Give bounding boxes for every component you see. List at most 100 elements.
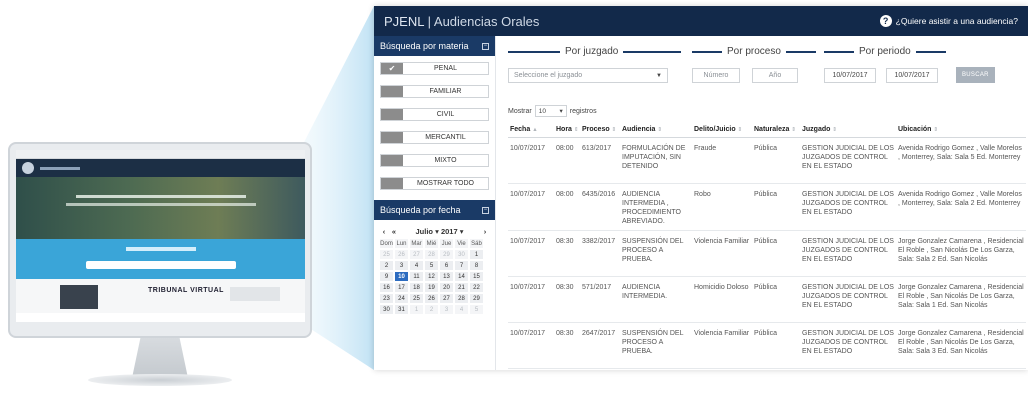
calendar-day[interactable]: 2 — [379, 260, 394, 271]
materia-mixto[interactable]: MIXTO — [380, 154, 489, 167]
cell-juzgado: GESTION JUDICIAL DE LOS JUZGADOS DE CONT… — [800, 230, 896, 277]
cell-naturaleza: Pública — [752, 183, 800, 231]
buscar-button[interactable]: BUSCAR — [956, 67, 995, 83]
group-por-proceso: Por proceso — [692, 46, 816, 57]
calendar-day[interactable]: 28 — [454, 293, 469, 304]
fecha-inicio-input[interactable]: 10/07/2017 — [824, 68, 876, 83]
col-naturaleza[interactable]: Naturaleza ⇕ — [752, 122, 800, 138]
cell-audiencia: FORMULACIÓN DE IMPUTACIÓN, SIN DETENIDO — [620, 137, 692, 184]
numero-input[interactable]: Número — [692, 68, 740, 83]
calendar-day[interactable]: 8 — [469, 260, 484, 271]
cell-fecha: 10/07/2017 — [508, 137, 554, 184]
calendar-day[interactable]: 29 — [439, 249, 454, 260]
sidebar: Búsqueda por materia − ✔ PENAL FAMILIAR … — [374, 36, 496, 370]
col-fecha[interactable]: Fecha ▲ — [508, 122, 554, 138]
calendar-day[interactable]: 2 — [424, 304, 439, 315]
calendar-day[interactable]: 15 — [469, 271, 484, 282]
col-juzgado[interactable]: Juzgado ⇕ — [800, 122, 896, 138]
calendar-dow: Lun — [394, 238, 409, 249]
collapse-icon[interactable]: − — [482, 206, 489, 214]
fecha-header[interactable]: Búsqueda por fecha − — [374, 200, 495, 220]
calendar-day[interactable]: 13 — [439, 271, 454, 282]
calendar-month-year[interactable]: Julio ▾ 2017 ▾ — [399, 227, 480, 236]
calendar-day[interactable]: 3 — [439, 304, 454, 315]
group-por-juzgado: Por juzgado — [508, 46, 682, 57]
monitor-screen: TRIBUNAL VIRTUAL — [16, 150, 305, 322]
monitor-logo — [22, 162, 34, 174]
calendar-day[interactable]: 4 — [409, 260, 424, 271]
calendar-day[interactable]: 5 — [469, 304, 484, 315]
anio-input[interactable]: Año — [752, 68, 798, 83]
table-row: 10/07/2017 08:00 613/2017 FORMULACIÓN DE IM… — [508, 137, 1026, 184]
calendar-day[interactable]: 27 — [409, 249, 424, 260]
juzgado-select[interactable]: Seleccione el juzgado ▼ — [508, 68, 668, 83]
calendar-day[interactable]: 29 — [469, 293, 484, 304]
col-audiencia[interactable]: Audiencia ⇕ — [620, 122, 692, 138]
cell-fecha: 10/07/2017 — [508, 183, 554, 231]
materia-civil[interactable]: CIVIL — [380, 108, 489, 121]
calendar-day[interactable]: 21 — [454, 282, 469, 293]
calendar-day[interactable]: 31 — [394, 304, 409, 315]
calendar-day[interactable]: 23 — [379, 293, 394, 304]
calendar-day[interactable]: 18 — [409, 282, 424, 293]
calendar-day[interactable]: 1 — [469, 249, 484, 260]
audiencias-table: Fecha ▲ Hora ⇕ Proceso ⇕ Audiencia ⇕ Delito/… — [508, 122, 1026, 369]
calendar-day[interactable]: 24 — [394, 293, 409, 304]
cell-ubicacion: Jorge Gonzalez Camarena , Residencial El… — [896, 230, 1026, 277]
col-hora[interactable]: Hora ⇕ — [554, 122, 580, 138]
cell-proceso: 613/2017 — [580, 137, 620, 184]
calendar-day[interactable]: 4 — [454, 304, 469, 315]
calendar-day[interactable]: 26 — [394, 249, 409, 260]
col-delito[interactable]: Delito/Juicio ⇕ — [692, 122, 752, 138]
monitor-url-bar — [16, 150, 305, 159]
table-header-row: Fecha ▲ Hora ⇕ Proceso ⇕ Audiencia ⇕ Delito/… — [508, 122, 1026, 138]
calendar-day[interactable]: 26 — [424, 293, 439, 304]
question-circle-icon: ? — [879, 15, 892, 27]
next-month-icon[interactable]: › — [480, 227, 490, 236]
calendar-day[interactable]: 20 — [439, 282, 454, 293]
calendar-day[interactable]: 7 — [454, 260, 469, 271]
monitor-bottom: TRIBUNAL VIRTUAL — [16, 279, 305, 313]
prev-year-icon[interactable]: « — [389, 227, 399, 236]
calendar-day[interactable]: 27 — [439, 293, 454, 304]
materia-penal[interactable]: ✔ PENAL — [380, 62, 489, 75]
page-size-select[interactable]: 10 ▾ — [534, 105, 567, 117]
calendar-day[interactable]: 12 — [424, 271, 439, 282]
calendar-day[interactable]: 1 — [409, 304, 424, 315]
calendar-day[interactable]: 3 — [394, 260, 409, 271]
calendar-day[interactable]: 22 — [469, 282, 484, 293]
calendar-day[interactable]: 14 — [454, 271, 469, 282]
monitor-navbar — [16, 159, 305, 177]
prev-month-icon[interactable]: ‹ — [379, 227, 389, 236]
calendar-day[interactable]: 16 — [379, 282, 394, 293]
collapse-icon[interactable]: − — [482, 42, 489, 50]
app-window: PJENL | Audiencias Orales ? ¿Quiere asis… — [374, 6, 1028, 370]
materia-familiar[interactable]: FAMILIAR — [380, 85, 489, 98]
calendar-day[interactable]: 30 — [454, 249, 469, 260]
mostrar-todo-button[interactable]: MOSTRAR TODO — [380, 177, 489, 190]
table-row: 10/07/2017 08:30 2647/2017 SUSPENSIÓN DEL P… — [508, 322, 1026, 369]
calendar-day[interactable]: 5 — [424, 260, 439, 271]
calendar-dow: Dom — [379, 238, 394, 249]
calendar-day[interactable]: 30 — [379, 304, 394, 315]
col-proceso[interactable]: Proceso ⇕ — [580, 122, 620, 138]
materia-header[interactable]: Búsqueda por materia − — [374, 36, 495, 56]
materia-mercantil[interactable]: MERCANTIL — [380, 131, 489, 144]
calendar-day-selected[interactable]: 10 — [394, 271, 409, 282]
calendar-day[interactable]: 17 — [394, 282, 409, 293]
calendar-day[interactable]: 25 — [409, 293, 424, 304]
calendar-day[interactable]: 25 — [379, 249, 394, 260]
cell-ubicacion: Avenida Rodrigo Gomez , Valle Morelos , … — [896, 183, 1026, 231]
cell-hora: 08:30 — [554, 322, 580, 369]
cell-ubicacion: Jorge Gonzalez Camarena , Residencial El… — [896, 276, 1026, 323]
stage: TRIBUNAL VIRTUAL PJENL | Audiencias Oral… — [0, 0, 1028, 394]
calendar-day[interactable]: 6 — [439, 260, 454, 271]
calendar-day[interactable]: 11 — [409, 271, 424, 282]
col-ubicacion[interactable]: Ubicación ⇕ — [896, 122, 1026, 138]
table-row: 10/07/2017 08:30 571/2017 AUDIENCIA INTERME… — [508, 276, 1026, 323]
calendar-day[interactable]: 9 — [379, 271, 394, 282]
calendar-day[interactable]: 28 — [424, 249, 439, 260]
fecha-fin-input[interactable]: 10/07/2017 — [886, 68, 938, 83]
calendar-day[interactable]: 19 — [424, 282, 439, 293]
help-link[interactable]: ? ¿Quiere asistir a una audiencia? — [879, 15, 1018, 27]
